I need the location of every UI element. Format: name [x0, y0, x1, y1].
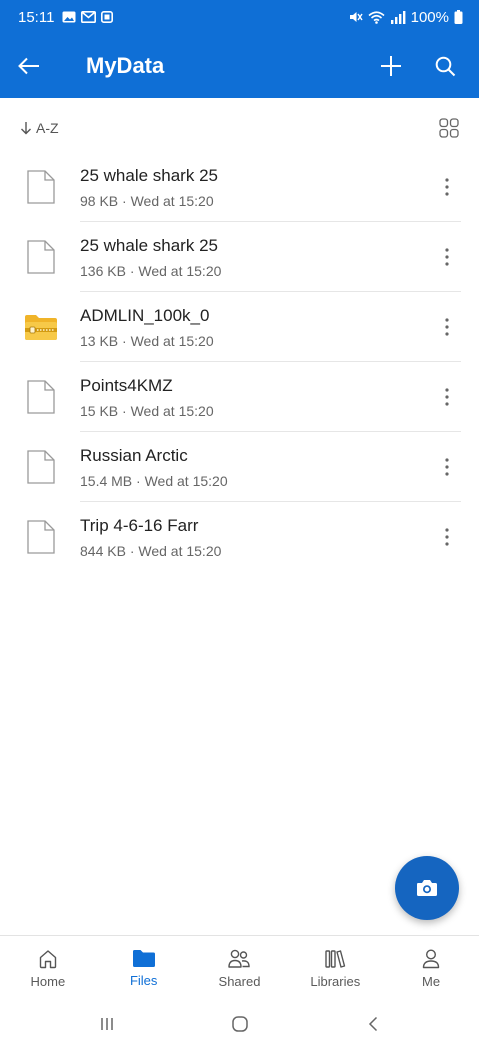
status-time: 15:11: [18, 8, 55, 26]
nav-me-label: Me: [422, 973, 441, 989]
zip-folder-icon: [25, 315, 57, 340]
library-icon: [325, 949, 346, 968]
file-icon: [27, 520, 55, 554]
signal-icon: [390, 10, 406, 24]
grid-view-button[interactable]: [439, 118, 459, 138]
more-options-button[interactable]: [423, 303, 471, 351]
nav-shared[interactable]: Shared: [192, 936, 288, 1001]
search-icon: [435, 56, 455, 76]
list-item[interactable]: 25 whale shark 25 136 KB · Wed at 15:20: [0, 222, 479, 292]
file-icon: [27, 240, 55, 274]
more-vertical-icon: [445, 178, 449, 196]
file-icon: [27, 450, 55, 484]
more-vertical-icon: [445, 248, 449, 266]
nav-files[interactable]: Files: [96, 936, 192, 1001]
grid-icon: [439, 118, 459, 138]
more-vertical-icon: [445, 318, 449, 336]
file-icon: [27, 380, 55, 414]
mute-icon: [349, 12, 363, 22]
battery-icon: [454, 10, 463, 24]
mail-icon: [81, 11, 97, 23]
file-icon: [27, 170, 55, 204]
sort-button[interactable]: A-Z: [20, 120, 59, 136]
arrow-down-icon: [21, 122, 31, 135]
search-button[interactable]: [423, 44, 467, 88]
back-button[interactable]: [18, 46, 58, 86]
chevron-left-icon: [368, 1016, 377, 1032]
file-meta: 15.4 MB · Wed at 15:20: [80, 473, 228, 489]
nav-home[interactable]: Home: [0, 936, 96, 1001]
camera-scan-button[interactable]: [395, 856, 459, 920]
system-navigation-bar: [0, 1004, 479, 1044]
more-options-button[interactable]: [423, 443, 471, 491]
more-options-button[interactable]: [423, 373, 471, 421]
wifi-icon: [368, 10, 385, 24]
more-options-button[interactable]: [423, 163, 471, 211]
file-name: Points4KMZ: [80, 376, 173, 395]
list-item[interactable]: Russian Arctic 15.4 MB · Wed at 15:20: [0, 432, 479, 502]
page-title: MyData: [86, 53, 165, 78]
add-button[interactable]: [369, 44, 413, 88]
home-circle-icon: [231, 1016, 248, 1032]
nav-me[interactable]: Me: [383, 936, 479, 1001]
list-item[interactable]: Trip 4-6-16 Farr 844 KB · Wed at 15:20: [0, 502, 479, 572]
file-meta: 98 KB · Wed at 15:20: [80, 193, 214, 209]
file-meta: 13 KB · Wed at 15:20: [80, 333, 214, 349]
nav-shared-label: Shared: [218, 973, 261, 989]
home-icon: [39, 949, 57, 968]
people-icon: [228, 949, 251, 968]
file-meta: 844 KB · Wed at 15:20: [80, 543, 222, 559]
app-bar: MyData: [0, 34, 479, 98]
file-meta: 136 KB · Wed at 15:20: [80, 263, 222, 279]
nav-files-label: Files: [129, 973, 158, 988]
more-vertical-icon: [445, 528, 449, 546]
file-name: 25 whale shark 25: [80, 166, 218, 185]
sort-label: A-Z: [36, 120, 59, 136]
file-name: 25 whale shark 25: [80, 236, 218, 255]
list-item[interactable]: ADMLIN_100k_0 13 KB · Wed at 15:20: [0, 292, 479, 362]
nav-libraries[interactable]: Libraries: [287, 936, 383, 1001]
status-bar: 15:11 100%: [0, 0, 479, 34]
nav-home-label: Home: [30, 973, 66, 989]
system-back-button[interactable]: [343, 1006, 403, 1042]
folder-icon: [132, 950, 155, 967]
recent-apps-icon: [100, 1018, 113, 1030]
more-options-button[interactable]: [423, 233, 471, 281]
arrow-left-icon: [18, 57, 39, 75]
app-header: 15:11 100% MyData: [0, 0, 479, 98]
more-options-button[interactable]: [423, 513, 471, 561]
camera-icon: [417, 880, 437, 896]
file-name: Russian Arctic: [80, 446, 188, 465]
bottom-navigation: Home Files Shared Libraries Me: [0, 935, 479, 1001]
list-item[interactable]: Points4KMZ 15 KB · Wed at 15:20: [0, 362, 479, 432]
file-meta: 15 KB · Wed at 15:20: [80, 403, 214, 419]
home-system-button[interactable]: [210, 1006, 270, 1042]
list-item[interactable]: 25 whale shark 25 98 KB · Wed at 15:20: [0, 152, 479, 222]
more-vertical-icon: [445, 388, 449, 406]
notification-icon: [101, 11, 114, 23]
plus-icon: [381, 56, 401, 76]
person-icon: [422, 948, 440, 968]
file-name: Trip 4-6-16 Farr: [80, 516, 199, 535]
sort-bar: A-Z: [0, 108, 479, 148]
battery-percent: 100%: [410, 8, 449, 26]
recent-apps-button[interactable]: [77, 1006, 137, 1042]
more-vertical-icon: [445, 458, 449, 476]
nav-libraries-label: Libraries: [310, 973, 361, 989]
file-list: 25 whale shark 25 98 KB · Wed at 15:20 2…: [0, 152, 479, 572]
gallery-icon: [62, 11, 76, 23]
file-name: ADMLIN_100k_0: [80, 306, 210, 325]
